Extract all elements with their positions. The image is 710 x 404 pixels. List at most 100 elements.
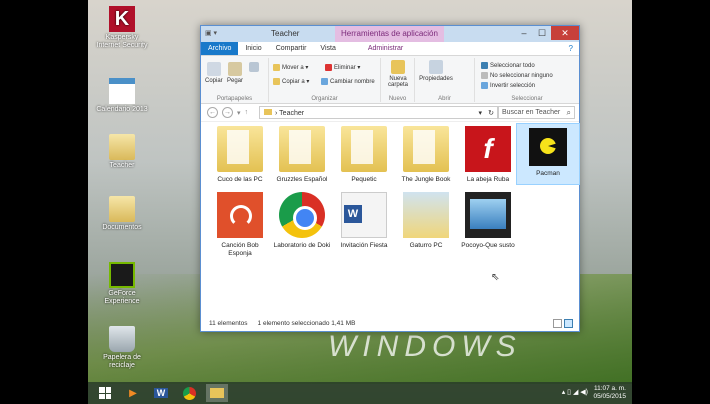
move-to-button[interactable]: Mover a ▾ [273, 64, 308, 71]
system-tray-icons[interactable]: ▴ ▯ ◢ ◀) [562, 388, 588, 396]
large-icons-view-icon[interactable] [564, 319, 573, 328]
calendar-icon [109, 78, 135, 104]
list-item[interactable]: The Jungle Book [395, 126, 457, 184]
list-item[interactable]: Gaturro PC [395, 192, 457, 250]
flash-icon: f [465, 126, 511, 172]
desktop-icon-calendar[interactable]: Calendario 2013 [94, 78, 150, 114]
organize-group: Mover a ▾ Eliminar ▾ Copiar a ▾ Cambiar … [269, 58, 381, 102]
chevron-down-icon[interactable]: ▾ [478, 109, 482, 117]
up-button[interactable]: ↑ [245, 109, 249, 116]
breadcrumb[interactable]: Teacher [279, 110, 304, 117]
rename-icon [321, 78, 328, 85]
clipboard-group: Copiar Pegar Portapapeles [201, 58, 269, 102]
properties-icon [429, 60, 443, 74]
properties-button[interactable]: Propiedades [419, 60, 453, 82]
word-taskbar-button[interactable]: W [150, 384, 172, 402]
folder-icon [210, 388, 224, 398]
paste-button[interactable]: Pegar [227, 62, 243, 84]
refresh-icon[interactable]: ↻ [488, 109, 494, 117]
folder-icon [403, 126, 449, 172]
image-thumbnail-icon [403, 192, 449, 238]
desktop-icon-label: Calendario 2013 [96, 106, 148, 113]
document-icon [109, 134, 135, 160]
quick-access-toolbar[interactable]: ▣ ▾ [205, 29, 217, 37]
chrome-icon [279, 192, 325, 238]
media-player-taskbar-button[interactable]: ▶ [122, 384, 144, 402]
desktop-icon-label: Teacher [109, 162, 135, 169]
list-item[interactable]: Cuco de las PC [209, 126, 271, 184]
tab-file[interactable]: Archivo [201, 42, 239, 55]
desktop-icon-label: Kaspersky Internet Security [96, 34, 148, 49]
folder-icon [341, 126, 387, 172]
tab-manage[interactable]: Administrar [361, 42, 410, 55]
desktop-icon-documentos[interactable]: Documentos [94, 196, 150, 232]
file-explorer-taskbar-button[interactable] [206, 384, 228, 402]
list-item[interactable]: Canción Bob Esponja [209, 192, 271, 258]
list-item[interactable]: Gruzzles Español [271, 126, 333, 184]
desktop-icon-kaspersky[interactable]: K Kaspersky Internet Security [94, 6, 150, 50]
desktop: WINDOWS K Kaspersky Internet Security Ca… [88, 0, 632, 404]
minimize-button[interactable]: – [515, 26, 533, 40]
maximize-button[interactable]: ☐ [533, 26, 551, 40]
copy-icon [206, 62, 221, 76]
select-none-button[interactable]: No seleccionar ninguno [481, 72, 553, 79]
media-player-icon: ▶ [129, 387, 137, 399]
address-bar[interactable]: › Teacher ▾ ↻ [259, 106, 499, 119]
context-tab-header: Herramientas de aplicación [335, 26, 444, 42]
details-view-icon[interactable] [553, 319, 562, 328]
ribbon-tabs: Archivo Inicio Compartir Vista Administr… [201, 42, 579, 56]
invert-selection-icon [481, 82, 488, 89]
new-folder-button[interactable]: Nueva carpeta [385, 60, 411, 88]
tab-view[interactable]: Vista [313, 42, 342, 55]
recent-locations-button[interactable]: ▾ [237, 109, 241, 117]
list-item[interactable]: Invitación Fiesta [333, 192, 395, 250]
invert-selection-button[interactable]: Invertir selección [481, 82, 535, 89]
select-group: Seleccionar todo No seleccionar ninguno … [475, 58, 579, 102]
open-group: Propiedades Abrir [415, 58, 475, 102]
file-list: Cuco de las PC Gruzzles Español Pequetic… [201, 122, 580, 294]
ribbon: Copiar Pegar Portapapeles Mover a ▾ Elim… [201, 56, 579, 104]
forward-button[interactable]: → [222, 107, 233, 118]
title-bar[interactable]: ▣ ▾ Teacher Herramientas de aplicación –… [201, 26, 579, 42]
delete-icon [325, 64, 332, 71]
desktop-icon-teacher[interactable]: Teacher [94, 134, 150, 170]
folder-icon [273, 64, 280, 71]
word-document-icon [341, 192, 387, 238]
chrome-taskbar-button[interactable] [178, 384, 200, 402]
search-input[interactable]: Buscar en Teacher ⌕ [497, 106, 575, 119]
list-item[interactable]: Pocoyo-Que susto [457, 192, 519, 250]
window-title: Teacher [271, 29, 300, 38]
cut-button[interactable] [249, 62, 259, 74]
list-item[interactable]: Pequetic [333, 126, 395, 184]
rename-button[interactable]: Cambiar nombre [321, 78, 375, 85]
desktop-icon-recycle-bin[interactable]: Papelera de reciclaje [94, 326, 150, 370]
folder-icon [264, 109, 272, 115]
copy-to-button[interactable]: Copiar a ▾ [273, 78, 309, 85]
paste-icon [228, 62, 242, 76]
delete-button[interactable]: Eliminar ▾ [325, 64, 360, 71]
back-button[interactable]: ← [207, 107, 218, 118]
tab-share[interactable]: Compartir [269, 42, 314, 55]
desktop-icon-label: GeForce Experience [104, 290, 140, 305]
select-all-button[interactable]: Seleccionar todo [481, 62, 535, 69]
list-item[interactable]: f La abeja Ruba [457, 126, 519, 184]
select-all-icon [481, 62, 488, 69]
tab-home[interactable]: Inicio [238, 42, 268, 55]
word-icon: W [153, 388, 169, 398]
desktop-icon-geforce[interactable]: GeForce Experience [94, 262, 150, 306]
start-button[interactable] [94, 384, 116, 402]
pacman-icon [529, 128, 567, 166]
screen: WINDOWS K Kaspersky Internet Security Ca… [0, 0, 710, 404]
close-button[interactable]: ✕ [551, 26, 579, 40]
music-icon [217, 192, 263, 238]
copy-button[interactable]: Copiar [205, 62, 223, 84]
list-item[interactable]: Laboratorio de Doki [271, 192, 333, 250]
search-icon: ⌕ [566, 108, 571, 117]
help-icon[interactable]: ? [569, 44, 573, 53]
desktop-icon-label: Papelera de reciclaje [103, 354, 141, 369]
list-item-selected[interactable]: Pacman [516, 123, 580, 185]
folder-icon [217, 126, 263, 172]
clock[interactable]: 11:07 a. m. 05/05/2015 [593, 385, 626, 401]
kaspersky-icon: K [109, 6, 135, 32]
scissors-icon [249, 62, 259, 72]
